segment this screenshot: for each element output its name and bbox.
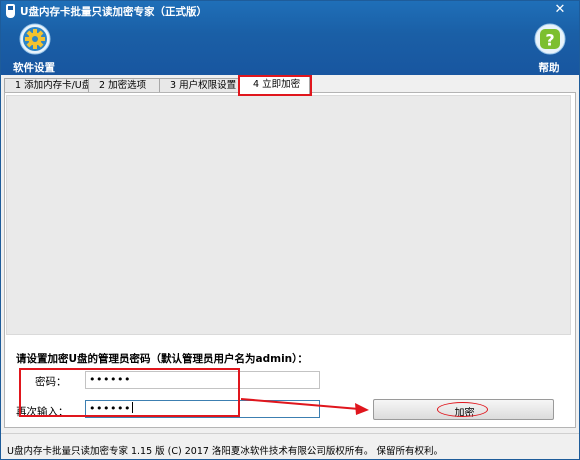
password-label: 密码： — [35, 376, 67, 388]
encrypt-button[interactable]: 加密 — [373, 399, 554, 420]
tab-bar: 1 添加内存卡/U盘 2 加密选项 3 用户权限设置 4 立即加密 — [1, 75, 579, 94]
close-button[interactable]: ✕ — [549, 2, 571, 18]
password-field[interactable]: •••••• — [85, 371, 320, 389]
confirm-password-value: •••••• — [89, 402, 131, 415]
header-bar: U盘内存卡批量只读加密专家（正式版） ✕ 软件设置 ? 帮助 — [1, 1, 579, 75]
app-window: U盘内存卡批量只读加密专家（正式版） ✕ 软件设置 ? 帮助 1 添加内存卡/U… — [0, 0, 580, 460]
question-icon: ? — [534, 23, 566, 55]
tab-encrypt-options[interactable]: 2 加密选项 — [88, 78, 160, 93]
confirm-password-field[interactable]: •••••• — [85, 400, 320, 418]
help-label: 帮助 — [538, 62, 560, 74]
confirm-password-label: 再次输入： — [16, 406, 69, 418]
tab-encrypt-now[interactable]: 4 立即加密 — [239, 75, 310, 94]
password-value: •••••• — [89, 373, 131, 386]
gear-icon — [19, 23, 51, 55]
window-title: U盘内存卡批量只读加密专家（正式版） — [20, 6, 208, 18]
log-area — [6, 95, 571, 335]
copyright-text: U盘内存卡批量只读加密专家 1.15 版 (C) 2017 洛阳夏冰软件技术有限… — [7, 446, 443, 457]
title-bar: U盘内存卡批量只读加密专家（正式版） ✕ — [1, 1, 579, 21]
svg-text:?: ? — [545, 31, 554, 50]
settings-button[interactable]: 软件设置 — [10, 23, 58, 75]
settings-label: 软件设置 — [13, 62, 55, 74]
password-form-title: 请设置加密U盘的管理员密码（默认管理员用户名为admin）： — [16, 353, 308, 365]
tab-user-permissions[interactable]: 3 用户权限设置 — [159, 78, 239, 93]
tab-add-card[interactable]: 1 添加内存卡/U盘 — [4, 78, 91, 93]
help-button[interactable]: ? 帮助 — [525, 23, 573, 75]
usb-drive-icon — [6, 4, 15, 18]
text-caret — [131, 402, 133, 413]
status-bar: U盘内存卡批量只读加密专家 1.15 版 (C) 2017 洛阳夏冰软件技术有限… — [1, 433, 579, 459]
encrypt-button-label: 加密 — [454, 408, 475, 419]
